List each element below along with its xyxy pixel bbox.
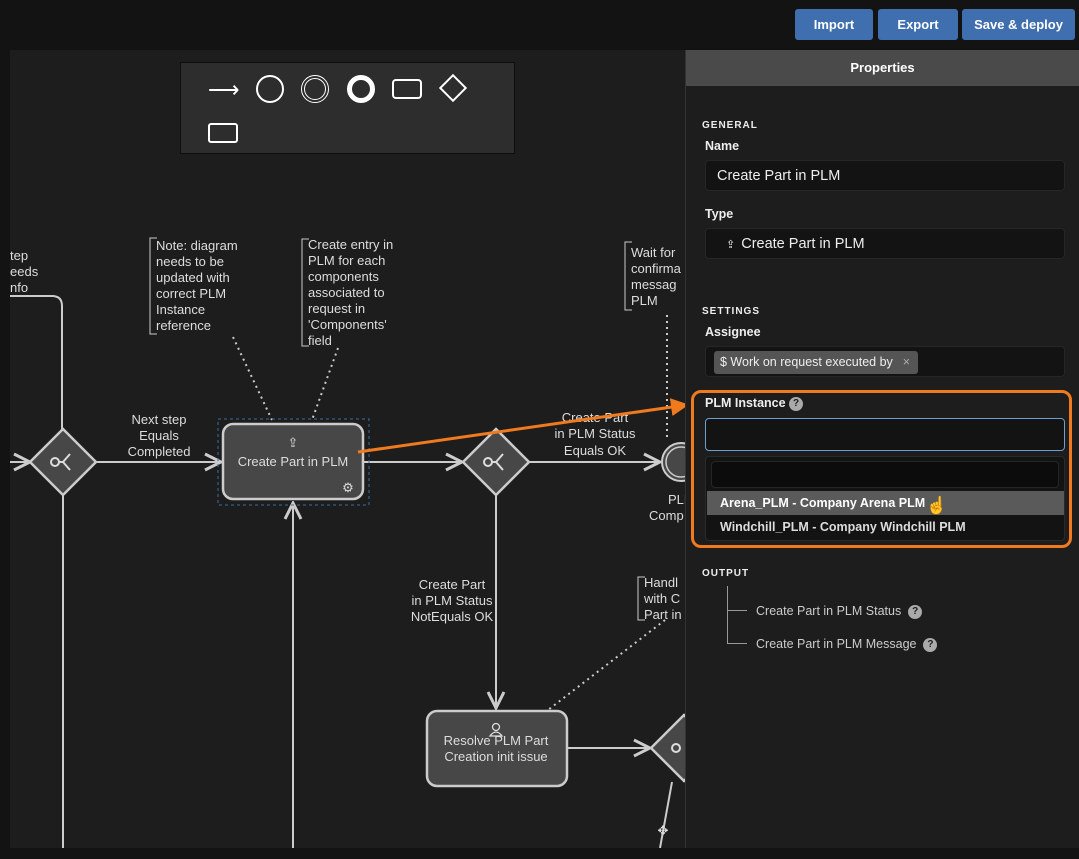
assignee-chip-label: $ Work on request executed by — [720, 355, 893, 369]
type-field[interactable]: ⇪ Create Part in PLM — [705, 228, 1065, 259]
plm-option-windchill[interactable]: Windchill_PLM - Company Windchill PLM — [707, 515, 1064, 539]
remove-chip-icon[interactable]: × — [903, 355, 910, 369]
type-value: Create Part in PLM — [741, 236, 865, 252]
help-icon[interactable]: ? — [908, 604, 923, 619]
output-item: Create Part in PLM Message ? — [756, 637, 938, 652]
output-tree-line — [727, 586, 747, 643]
highlight-arrow — [357, 398, 689, 454]
plm-search-input[interactable] — [711, 461, 1059, 488]
general-heading: GENERAL — [702, 120, 758, 131]
type-label: Type — [705, 207, 734, 221]
name-input[interactable]: Create Part in PLM — [705, 160, 1065, 191]
properties-title: Properties — [686, 50, 1079, 86]
help-icon[interactable]: ? — [789, 396, 804, 411]
name-label: Name — [705, 139, 740, 153]
assignee-label: Assignee — [705, 325, 761, 339]
properties-panel: Properties GENERAL Name Create Part in P… — [685, 50, 1079, 848]
plm-instance-input[interactable] — [705, 418, 1065, 451]
output-heading: OUTPUT — [702, 568, 750, 579]
settings-heading: SETTINGS — [702, 306, 761, 317]
plm-option-arena[interactable]: Arena_PLM - Company Arena PLM — [707, 491, 1064, 515]
plm-instance-label: PLM Instance ? — [705, 396, 804, 411]
assignee-chip: $ Work on request executed by × — [714, 351, 919, 374]
hand-cursor-icon: ☝ — [926, 496, 948, 515]
assignee-input[interactable]: $ Work on request executed by × — [705, 346, 1065, 377]
plm-upload-icon: ⇪ — [726, 239, 736, 251]
output-item: Create Part in PLM Status ? — [756, 604, 923, 619]
tree-branch — [727, 643, 747, 644]
help-icon[interactable]: ? — [923, 637, 938, 652]
tree-branch — [727, 610, 747, 611]
